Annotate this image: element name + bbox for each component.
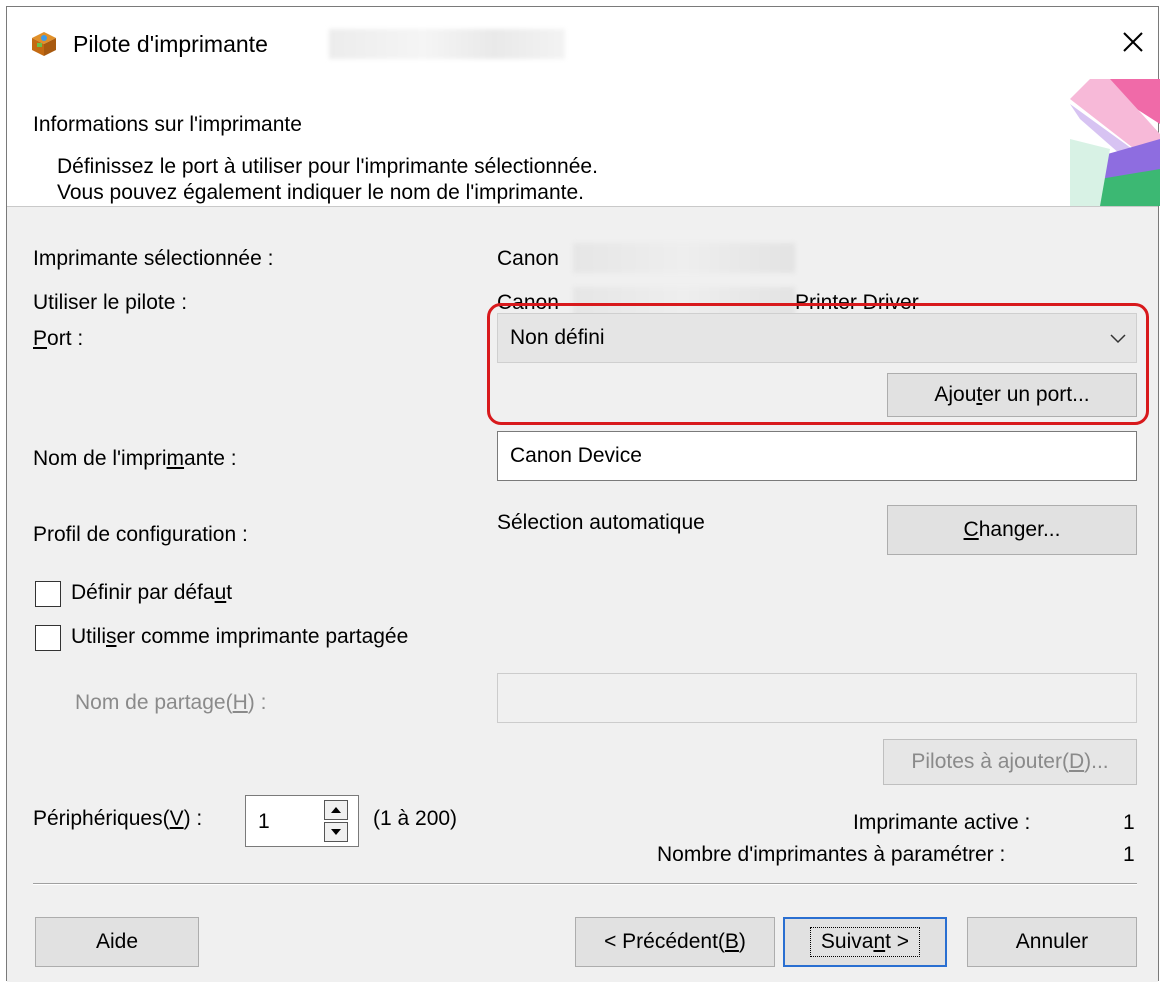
decorative-banner-graphic [1070, 79, 1160, 206]
printer-name-input-value: Canon Device [510, 444, 642, 467]
devices-range: (1 à 200) [373, 807, 458, 830]
wizard-header: Informations sur l'imprimante Définissez… [7, 79, 1160, 207]
printers-to-configure-label: Nombre d'imprimantes à paramétrer : [657, 843, 1006, 866]
close-icon[interactable] [1118, 27, 1148, 57]
printers-to-configure-value: 1 [1123, 843, 1135, 866]
caret-up-icon [331, 807, 341, 813]
selected-printer-value: Canon [497, 247, 559, 270]
window-title: Pilote d'imprimante [73, 31, 268, 57]
cancel-button[interactable]: Annuler [967, 917, 1137, 967]
printer-name-input[interactable]: Canon Device [497, 431, 1137, 481]
change-button[interactable]: Changer... [887, 505, 1137, 555]
active-printer-label: Imprimante active : [853, 811, 1031, 834]
port-label: Port : [33, 327, 84, 350]
chevron-down-icon [1110, 334, 1126, 344]
caret-down-icon [331, 829, 341, 835]
share-name-label: Nom de partage(H) : [75, 691, 267, 714]
printer-name-label: Nom de l'imprimante : [33, 447, 237, 470]
header-description-2: Vous pouvez également indiquer le nom de… [57, 181, 584, 204]
devices-spinner[interactable]: 1 [245, 795, 359, 847]
spin-up-button[interactable] [324, 800, 348, 820]
set-default-checkbox[interactable] [35, 581, 61, 607]
driver-value-suffix: Printer Driver [795, 291, 919, 314]
title-bar: Pilote d'imprimante [7, 7, 1158, 79]
back-button[interactable]: < Précédent(B) [575, 917, 775, 967]
footer-separator [33, 883, 1137, 885]
help-button[interactable]: Aide [35, 917, 199, 967]
shared-printer-checkbox[interactable] [35, 625, 61, 651]
printer-driver-dialog: Pilote d'imprimante Informations sur l'i… [6, 6, 1160, 982]
devices-label: Périphériques(V) : [33, 807, 203, 830]
port-dropdown-value: Non défini [510, 326, 605, 349]
printer-package-icon [32, 32, 56, 56]
devices-spinner-value: 1 [258, 810, 270, 833]
wizard-content: Imprimante sélectionnée : Canon Utiliser… [7, 207, 1158, 982]
driver-label: Utiliser le pilote : [33, 291, 188, 314]
selected-printer-label: Imprimante sélectionnée : [33, 247, 274, 270]
set-default-label[interactable]: Définir par défaut [71, 581, 232, 605]
next-button[interactable]: Suivant > [783, 917, 947, 967]
add-port-button[interactable]: Ajou t er un port... [887, 373, 1137, 417]
shared-printer-label[interactable]: Utiliser comme imprimante partagée [71, 625, 408, 649]
active-printer-value: 1 [1123, 811, 1135, 834]
header-description-1: Définissez le port à utiliser pour l'imp… [57, 155, 598, 178]
driver-value-prefix: Canon [497, 291, 559, 314]
spin-down-button[interactable] [324, 822, 348, 842]
share-name-input[interactable] [497, 673, 1137, 723]
header-title: Informations sur l'imprimante [33, 113, 302, 136]
config-profile-label: Profil de configuration : [33, 523, 248, 546]
next-button-label: Suivant > [809, 927, 921, 957]
redacted-model-name [329, 29, 565, 59]
additional-drivers-button[interactable]: Pilotes à ajouter(D)... [883, 739, 1137, 785]
port-dropdown[interactable]: Non défini [497, 313, 1137, 363]
config-profile-value: Sélection automatique [497, 511, 705, 534]
redacted-printer-model [573, 243, 795, 273]
